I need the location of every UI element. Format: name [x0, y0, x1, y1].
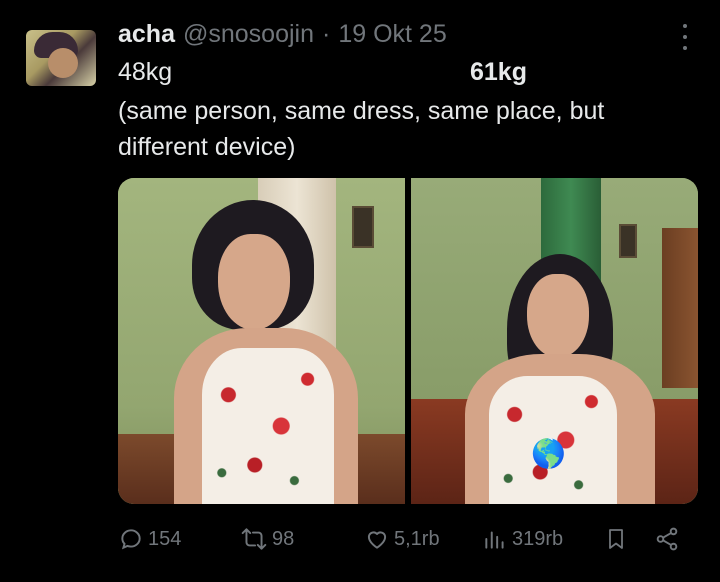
- views-button[interactable]: 319rb: [482, 522, 563, 556]
- globe-emoji: 🌎: [531, 438, 566, 469]
- repost-icon: [240, 526, 268, 552]
- photo-left[interactable]: [118, 178, 405, 504]
- view-count: 319rb: [512, 527, 564, 550]
- bookmark-icon: [604, 526, 628, 552]
- share-icon: [654, 526, 680, 552]
- tweet-caption: (same person, same dress, same place, bu…: [118, 97, 605, 161]
- tweet-header: acha @snosoojin · 19 Okt 25: [118, 18, 447, 50]
- weight-right-text: 61kg: [470, 58, 527, 86]
- avatar-face: [48, 48, 78, 78]
- share-button[interactable]: [654, 522, 680, 556]
- weight-left-text: 48kg: [118, 58, 173, 86]
- door-right: [662, 228, 698, 388]
- repost-count: 98: [272, 527, 295, 550]
- wall-frame-right: [619, 224, 637, 258]
- reply-icon: [118, 526, 144, 552]
- media-grid: 🌎: [118, 178, 698, 504]
- person-face-right: [527, 274, 589, 358]
- avatar[interactable]: [26, 30, 96, 86]
- like-count: 5,1rb: [394, 527, 440, 550]
- tweet[interactable]: acha @snosoojin · 19 Okt 25 48kg 61kg (s…: [0, 0, 720, 582]
- reply-button[interactable]: 154: [118, 522, 181, 556]
- views-icon: [482, 526, 508, 552]
- like-button[interactable]: 5,1rb: [364, 522, 440, 556]
- user-handle[interactable]: @snosoojin: [183, 20, 314, 49]
- tweet-date[interactable]: 19 Okt 25: [338, 20, 446, 49]
- floral-dress-left: [202, 348, 334, 504]
- heart-icon: [364, 526, 390, 552]
- display-name[interactable]: acha: [118, 20, 175, 49]
- separator-dot: ·: [322, 19, 331, 48]
- bookmark-button[interactable]: [604, 522, 628, 556]
- repost-button[interactable]: 98: [240, 522, 294, 556]
- reply-count: 154: [148, 527, 182, 550]
- person-face-left: [218, 234, 290, 330]
- more-icon[interactable]: [680, 24, 690, 50]
- photo-right[interactable]: 🌎: [411, 178, 698, 504]
- action-bar: 154 98 5,1rb 319rb: [118, 522, 690, 556]
- wall-frame-left: [352, 206, 374, 248]
